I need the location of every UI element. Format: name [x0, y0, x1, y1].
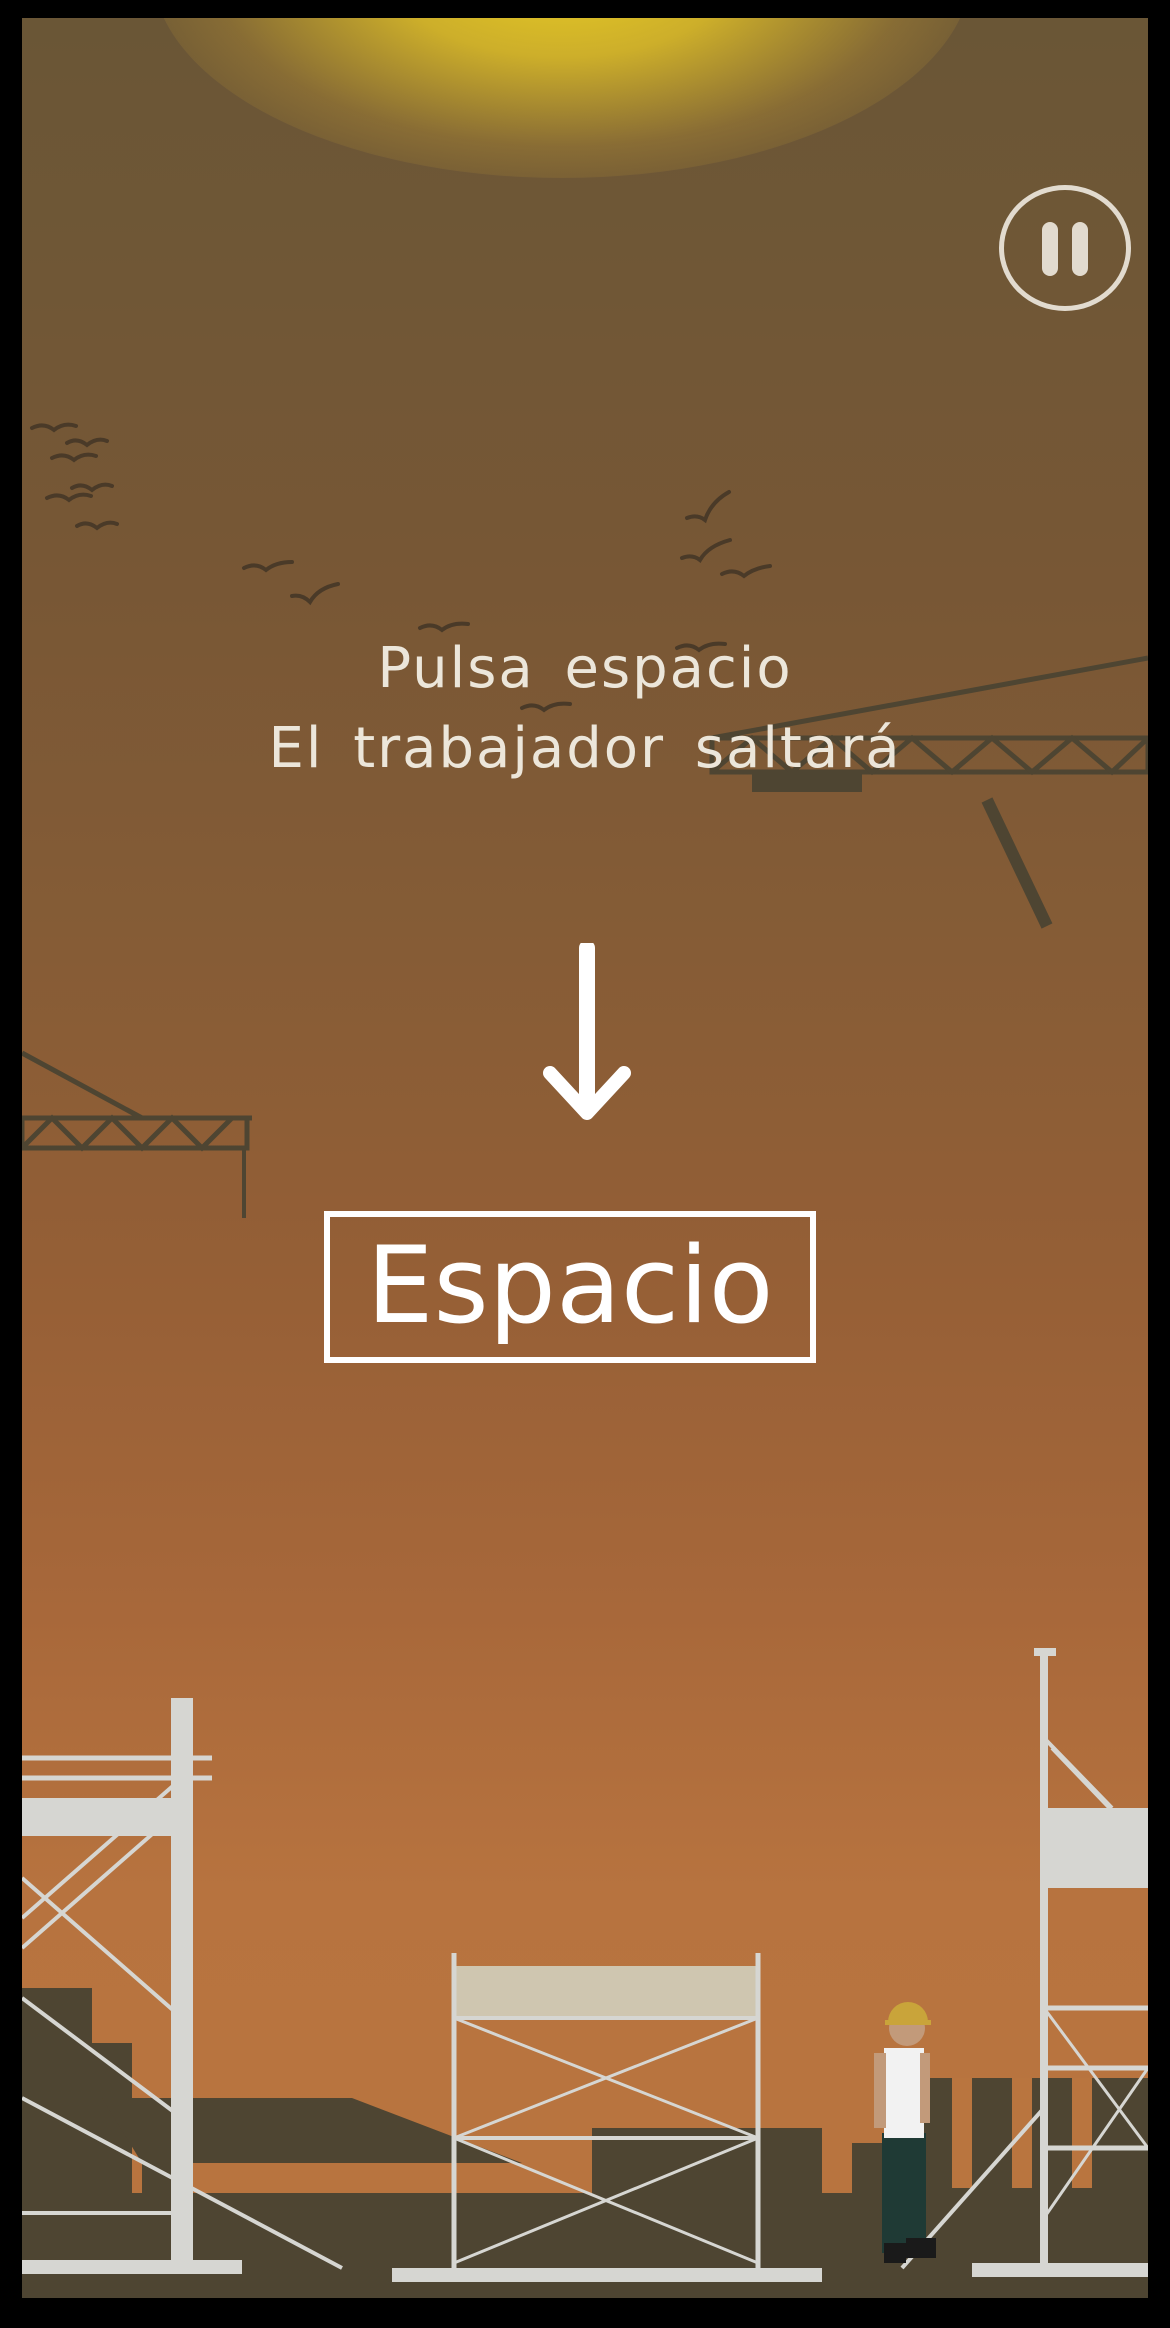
game-scene: Pulsa espacio El trabajador saltará Espa… [22, 18, 1148, 2298]
construction-site [22, 1648, 1148, 2298]
game-frame: Pulsa espacio El trabajador saltará Espa… [0, 0, 1170, 2328]
